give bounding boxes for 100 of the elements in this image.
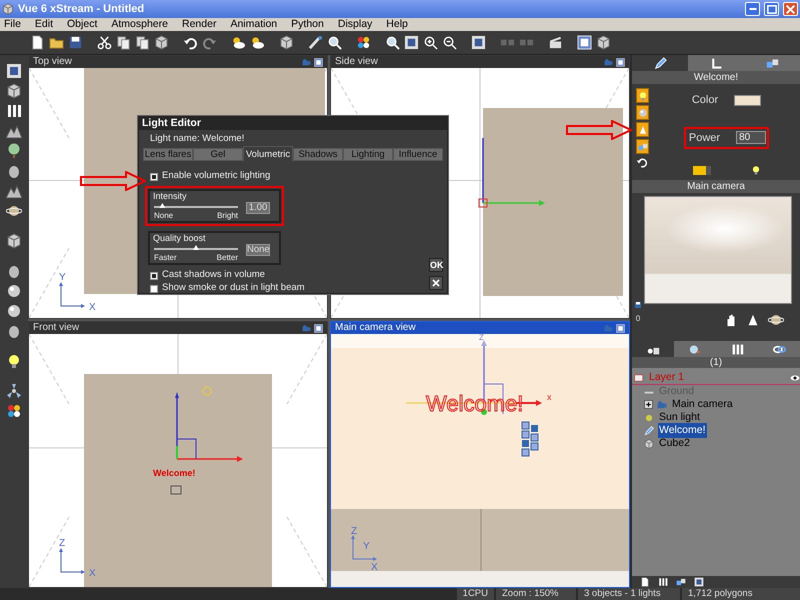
cube-icon	[644, 438, 654, 448]
window-title: Vue 6 xStream - Untitled	[18, 2, 146, 17]
checkbox[interactable]	[150, 172, 158, 180]
swap-icon[interactable]	[636, 156, 648, 168]
menu-item[interactable]: Animation	[230, 18, 278, 31]
menu-item[interactable]: Help	[386, 18, 408, 31]
object-label: Welcome!	[153, 468, 196, 478]
light-bulb-icon[interactable]	[750, 165, 760, 175]
save-icon[interactable]	[634, 301, 642, 309]
dialog-tab[interactable]: Lighting	[343, 148, 393, 161]
slider-thumb[interactable]	[193, 245, 199, 250]
slider-max-label: Bright	[217, 210, 238, 222]
new-layer-icon[interactable]	[640, 577, 650, 587]
menu-item[interactable]: Object	[67, 18, 98, 31]
transform-gizmo[interactable]	[478, 138, 545, 208]
menu-item[interactable]: Python	[291, 18, 324, 31]
sphere-icon[interactable]	[6, 303, 22, 319]
sphere-icon	[688, 342, 702, 356]
frame-icon[interactable]	[6, 63, 22, 79]
restore-button[interactable]	[764, 2, 779, 16]
view-icon[interactable]	[314, 324, 323, 332]
dialog-tab[interactable]: Influence	[393, 148, 443, 161]
sun-cloud-icon[interactable]	[250, 35, 265, 50]
view-icon[interactable]	[314, 58, 323, 66]
checkbox[interactable]	[150, 272, 158, 280]
mountain-icon[interactable]	[6, 123, 22, 139]
viewport-panel[interactable]: Front view Z X Welcome!	[28, 321, 328, 588]
zoom-out-icon[interactable]	[442, 35, 457, 50]
expand-icon[interactable]	[644, 400, 653, 409]
magnifier-icon[interactable]	[385, 35, 400, 50]
light-type-button[interactable]	[636, 105, 649, 120]
cube-icon[interactable]	[154, 35, 169, 50]
menu-item[interactable]: Atmosphere	[111, 18, 168, 31]
rock-icon[interactable]	[6, 163, 22, 179]
slider-thumb[interactable]	[159, 203, 166, 208]
undo-icon[interactable]	[183, 35, 198, 50]
dialog-tab[interactable]: Shadows	[293, 148, 343, 161]
sphere-icon[interactable]	[6, 283, 22, 299]
light-bulb-icon[interactable]	[6, 353, 22, 369]
grid-icon[interactable]	[694, 577, 704, 587]
cube-icon[interactable]	[6, 83, 22, 99]
rock-icon[interactable]	[6, 263, 22, 279]
tree-icon[interactable]	[6, 143, 22, 159]
minimize-button[interactable]	[745, 2, 760, 16]
light-type-button[interactable]	[636, 122, 649, 137]
color-dots-icon[interactable]	[6, 403, 22, 419]
columns-icon[interactable]	[6, 103, 22, 119]
checkbox[interactable]	[150, 284, 158, 292]
cube-icon[interactable]	[6, 233, 22, 249]
cube-icon[interactable]	[596, 35, 611, 50]
menu-item[interactable]: File	[4, 18, 21, 31]
planet-icon[interactable]	[6, 203, 22, 219]
zoom-in-icon[interactable]	[423, 35, 438, 50]
cube-icon[interactable]	[279, 35, 294, 50]
light-type-button[interactable]	[636, 88, 649, 103]
cut-icon[interactable]	[97, 35, 112, 50]
panel-tab[interactable]	[688, 55, 744, 71]
color-dots-icon[interactable]	[356, 35, 371, 50]
tree-item[interactable]: Cube2	[658, 436, 691, 452]
color-swatch[interactable]	[734, 94, 762, 106]
menu-item[interactable]: Edit	[34, 18, 54, 31]
dialog-title: Light Editor	[142, 117, 201, 129]
copy-icon[interactable]	[135, 35, 150, 50]
frame-icon[interactable]	[404, 35, 419, 50]
clapper-icon[interactable]	[548, 35, 563, 50]
ok-button[interactable]: OK	[429, 258, 443, 272]
close-button[interactable]	[429, 276, 443, 290]
mountain-icon[interactable]	[6, 183, 22, 199]
eye-icon[interactable]	[790, 373, 800, 383]
tree-item[interactable]: Welcome!	[658, 422, 706, 438]
value-field[interactable]: None	[246, 244, 270, 256]
view-icon[interactable]	[616, 324, 625, 332]
monitor-icon[interactable]	[577, 35, 592, 50]
sun-cloud-icon[interactable]	[231, 35, 246, 50]
dialog-tab[interactable]: Lens flares	[143, 148, 193, 161]
frame-icon[interactable]	[471, 35, 486, 50]
color-toggle[interactable]	[692, 166, 710, 174]
copy-icon[interactable]	[116, 35, 131, 50]
power-field[interactable]: 80	[736, 131, 766, 144]
new-document-icon[interactable]	[30, 35, 45, 50]
dialog-tab[interactable]: Volumetric	[243, 146, 293, 161]
brush-icon[interactable]	[308, 35, 323, 50]
transform-gizmo[interactable]	[175, 392, 243, 462]
fan-icon[interactable]	[6, 383, 22, 399]
tree-item[interactable]: Main camera	[671, 396, 734, 412]
menu-item[interactable]: Render	[182, 18, 216, 31]
dialog-tab[interactable]: Gel	[193, 148, 243, 161]
tool-buttons-icon[interactable]	[522, 422, 538, 456]
cubes-icon[interactable]	[676, 577, 686, 587]
handle-icon[interactable]	[170, 486, 182, 494]
magnifier-icon[interactable]	[327, 35, 342, 50]
orbit-icon[interactable]	[768, 312, 784, 328]
save-icon[interactable]	[68, 35, 83, 50]
menu-item[interactable]: Display	[338, 18, 372, 31]
rock-icon[interactable]	[6, 323, 22, 339]
view-icon[interactable]	[616, 58, 625, 66]
panel-tab[interactable]	[758, 341, 800, 357]
tree-item[interactable]: Sun light	[658, 410, 701, 426]
value-field[interactable]: 1.00	[246, 202, 270, 214]
axis-gizmo	[59, 282, 85, 308]
